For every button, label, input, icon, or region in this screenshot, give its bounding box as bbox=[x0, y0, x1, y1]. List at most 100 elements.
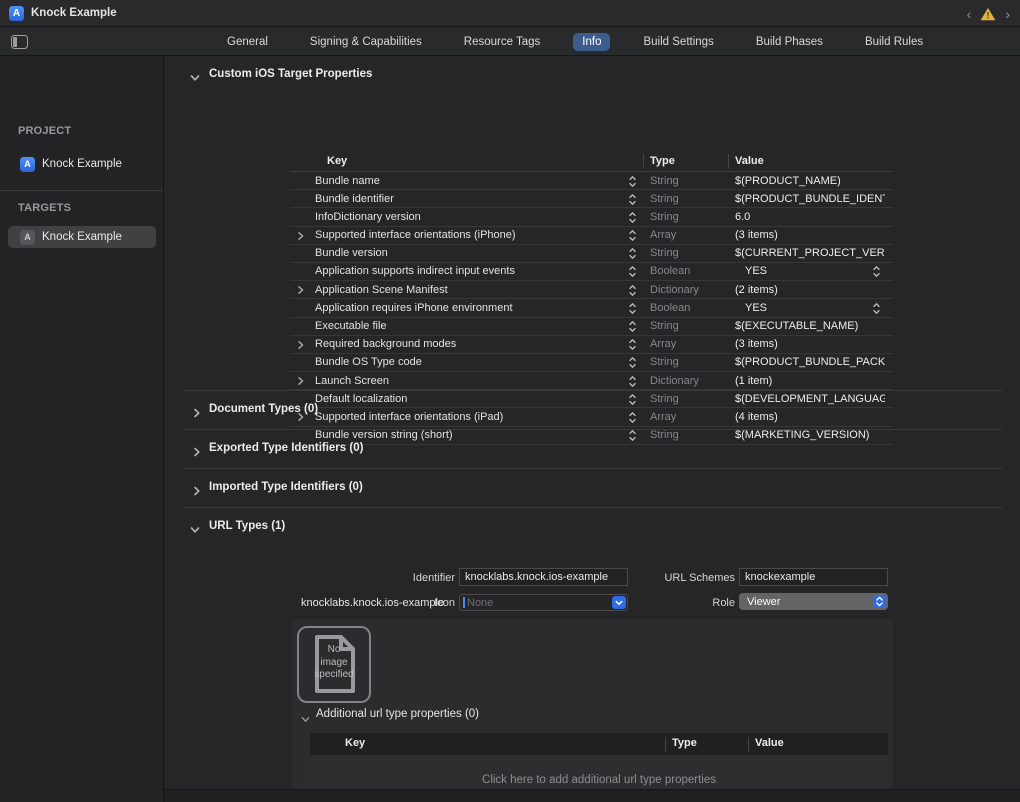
property-type: String bbox=[650, 193, 679, 205]
column-header-value[interactable]: Value bbox=[735, 155, 764, 167]
tab-resource-tags[interactable]: Resource Tags bbox=[455, 33, 550, 51]
additional-properties-title: Additional url type properties (0) bbox=[316, 708, 479, 720]
key-stepper-icon[interactable] bbox=[628, 265, 637, 281]
tab-info[interactable]: Info bbox=[573, 33, 610, 51]
property-row[interactable]: Application supports indirect input even… bbox=[290, 263, 893, 281]
key-stepper-icon[interactable] bbox=[628, 211, 637, 227]
column-header-key[interactable]: Key bbox=[327, 155, 347, 167]
section-divider bbox=[183, 390, 1002, 391]
sidebar-toggle-icon[interactable] bbox=[11, 35, 28, 49]
key-stepper-icon[interactable] bbox=[628, 302, 637, 318]
key-stepper-icon[interactable] bbox=[628, 229, 637, 245]
boolean-stepper-icon[interactable] bbox=[872, 302, 881, 318]
tab-build-phases[interactable]: Build Phases bbox=[747, 33, 832, 51]
property-value: (2 items) bbox=[735, 284, 885, 296]
chevron-down-icon[interactable] bbox=[301, 711, 311, 721]
tab-general[interactable]: General bbox=[218, 33, 277, 51]
property-key: Bundle OS Type code bbox=[315, 356, 422, 368]
project-file-icon: A bbox=[20, 157, 35, 172]
sidebar-divider bbox=[0, 190, 163, 191]
property-row[interactable]: Bundle versionString$(CURRENT_PROJECT_VE… bbox=[290, 245, 893, 263]
property-key: Application requires iPhone environment bbox=[315, 302, 513, 314]
url-schemes-label: URL Schemes bbox=[650, 572, 735, 584]
identifier-field[interactable] bbox=[459, 568, 628, 586]
url-type-image-well[interactable]: No image specified bbox=[297, 626, 371, 703]
disclosure-chevron-icon[interactable] bbox=[296, 340, 305, 353]
property-key: Required background modes bbox=[315, 338, 456, 350]
warning-badge-icon[interactable]: ! bbox=[980, 7, 996, 21]
column-divider bbox=[728, 154, 729, 169]
combo-dropdown-button[interactable] bbox=[612, 596, 626, 609]
property-row[interactable]: Application requires iPhone environmentB… bbox=[290, 299, 893, 317]
key-stepper-icon[interactable] bbox=[628, 356, 637, 372]
property-row[interactable]: Bundle nameString$(PRODUCT_NAME) bbox=[290, 172, 893, 190]
property-key: Default localization bbox=[315, 393, 407, 405]
property-type: Array bbox=[650, 229, 676, 241]
chevron-right-icon[interactable] bbox=[192, 483, 202, 493]
column-header-type[interactable]: Type bbox=[672, 737, 697, 749]
tab-signing-capabilities[interactable]: Signing & Capabilities bbox=[301, 33, 431, 51]
key-stepper-icon[interactable] bbox=[628, 175, 637, 191]
chevron-down-icon[interactable] bbox=[190, 522, 200, 532]
property-row[interactable]: Bundle OS Type codeString$(PRODUCT_BUNDL… bbox=[290, 354, 893, 372]
properties-table-header: Key Type Value bbox=[290, 151, 893, 172]
chevron-down-icon[interactable] bbox=[190, 70, 200, 80]
property-key: Bundle name bbox=[315, 175, 380, 187]
key-stepper-icon[interactable] bbox=[628, 247, 637, 263]
sidebar-item-target[interactable]: A Knock Example bbox=[8, 226, 156, 248]
boolean-stepper-icon[interactable] bbox=[872, 265, 881, 281]
svg-text:!: ! bbox=[987, 10, 990, 20]
property-value: 6.0 bbox=[735, 211, 885, 223]
column-divider bbox=[665, 737, 666, 752]
property-key: Bundle identifier bbox=[315, 193, 394, 205]
column-header-value[interactable]: Value bbox=[755, 737, 784, 749]
disclosure-chevron-icon[interactable] bbox=[296, 231, 305, 244]
key-stepper-icon[interactable] bbox=[628, 411, 637, 427]
property-row[interactable]: Executable fileString$(EXECUTABLE_NAME) bbox=[290, 318, 893, 336]
column-divider bbox=[643, 154, 644, 169]
tab-build-rules[interactable]: Build Rules bbox=[856, 33, 932, 51]
key-stepper-icon[interactable] bbox=[628, 429, 637, 445]
key-stepper-icon[interactable] bbox=[628, 338, 637, 354]
back-button[interactable]: ‹ bbox=[965, 7, 974, 21]
column-header-type[interactable]: Type bbox=[650, 155, 675, 167]
target-icon: A bbox=[20, 230, 35, 245]
role-popup-value: Viewer bbox=[747, 596, 873, 608]
sidebar-item-project[interactable]: A Knock Example bbox=[8, 153, 156, 175]
property-row[interactable]: Launch ScreenDictionary(1 item) bbox=[290, 372, 893, 390]
url-schemes-field[interactable] bbox=[739, 568, 888, 586]
chevron-right-icon[interactable] bbox=[192, 444, 202, 454]
text-cursor bbox=[463, 597, 465, 608]
info-editor-pane: Custom iOS Target Properties Key Type Va… bbox=[164, 56, 1020, 802]
editor-bottom-bar bbox=[164, 789, 1020, 802]
key-stepper-icon[interactable] bbox=[628, 375, 637, 391]
property-row[interactable]: Required background modesArray(3 items) bbox=[290, 336, 893, 354]
column-header-key[interactable]: Key bbox=[345, 737, 365, 749]
chevron-right-icon[interactable] bbox=[192, 405, 202, 415]
property-row[interactable]: Supported interface orientations (iPad)A… bbox=[290, 408, 893, 426]
property-value: $(PRODUCT_NAME) bbox=[735, 175, 885, 187]
property-key: Bundle version string (short) bbox=[315, 429, 453, 441]
forward-button[interactable]: › bbox=[1003, 7, 1012, 21]
tab-build-settings[interactable]: Build Settings bbox=[634, 33, 722, 51]
icon-combobox[interactable]: None bbox=[459, 594, 628, 611]
disclosure-chevron-icon[interactable] bbox=[296, 285, 305, 298]
disclosure-chevron-icon[interactable] bbox=[296, 376, 305, 389]
property-key: Application supports indirect input even… bbox=[315, 265, 515, 277]
project-targets-sidebar: PROJECT A Knock Example TARGETS A Knock … bbox=[0, 56, 163, 802]
property-row[interactable]: InfoDictionary versionString6.0 bbox=[290, 208, 893, 226]
section-divider bbox=[183, 468, 1002, 469]
role-popup[interactable]: Viewer bbox=[739, 593, 888, 610]
additional-properties-table-header: Key Type Value bbox=[310, 733, 888, 755]
key-stepper-icon[interactable] bbox=[628, 393, 637, 409]
property-value: $(EXECUTABLE_NAME) bbox=[735, 320, 885, 332]
property-row[interactable]: Default localizationString$(DEVELOPMENT_… bbox=[290, 390, 893, 408]
key-stepper-icon[interactable] bbox=[628, 193, 637, 209]
property-row[interactable]: Bundle identifierString$(PRODUCT_BUNDLE_… bbox=[290, 190, 893, 208]
property-row[interactable]: Supported interface orientations (iPhone… bbox=[290, 227, 893, 245]
property-type: Boolean bbox=[650, 265, 690, 277]
key-stepper-icon[interactable] bbox=[628, 320, 637, 336]
key-stepper-icon[interactable] bbox=[628, 284, 637, 300]
property-value: (3 items) bbox=[735, 229, 885, 241]
property-row[interactable]: Application Scene ManifestDictionary(2 i… bbox=[290, 281, 893, 299]
